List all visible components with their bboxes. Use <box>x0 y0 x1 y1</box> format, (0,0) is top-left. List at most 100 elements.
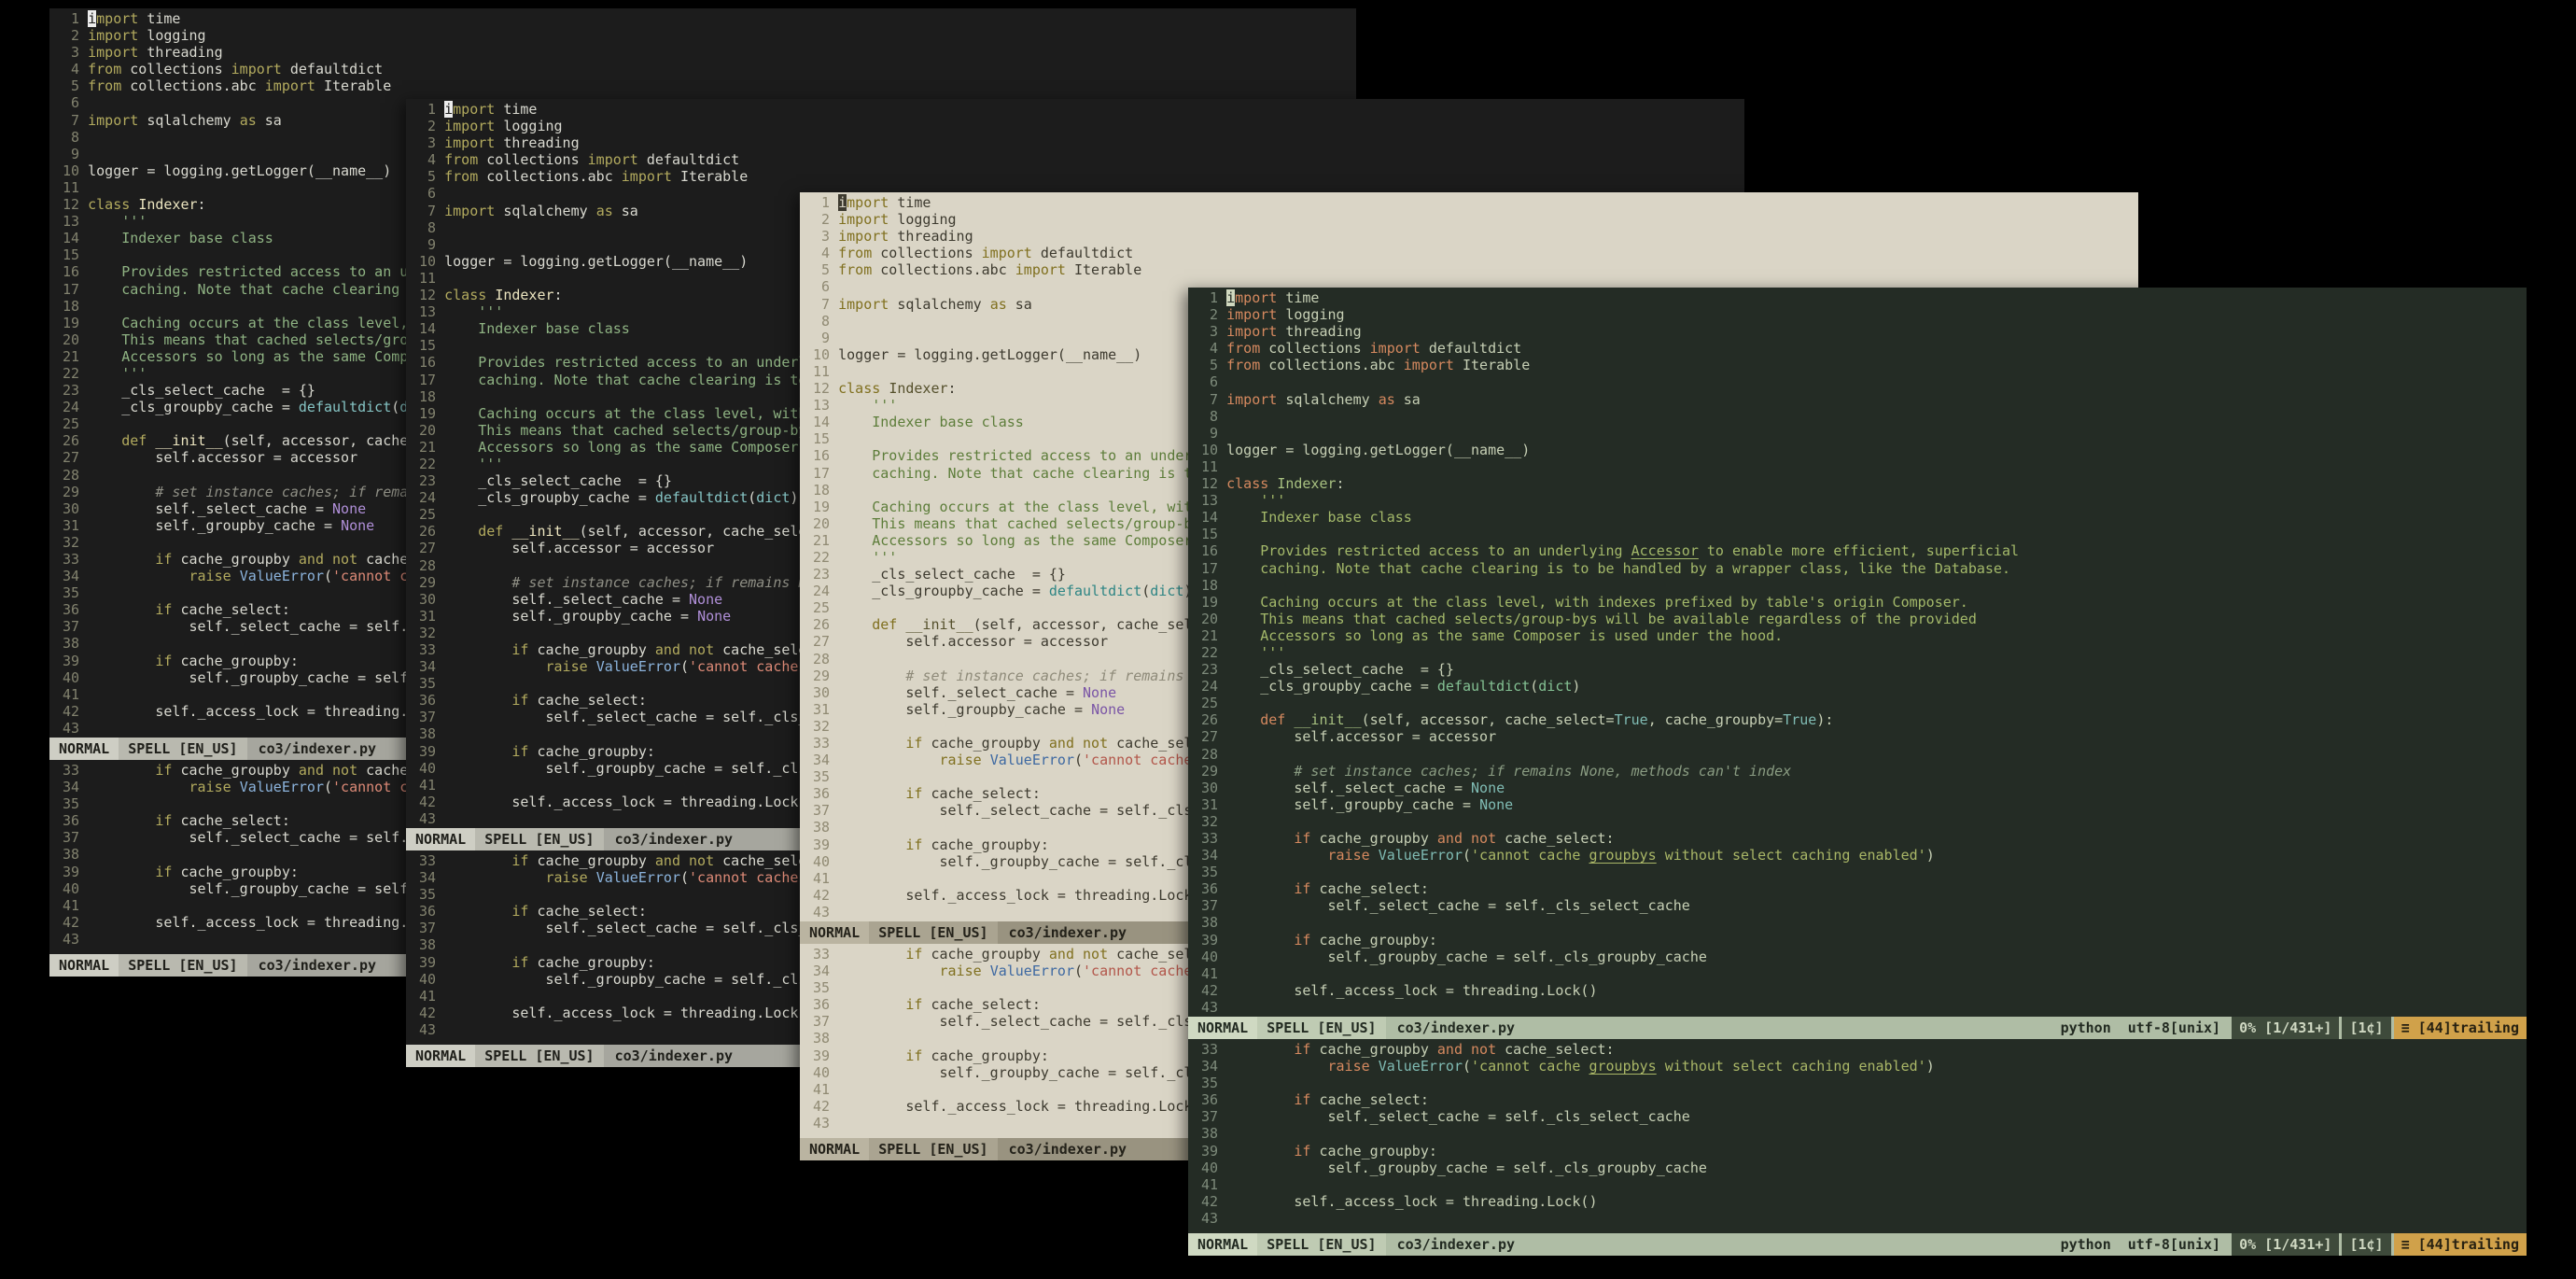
line-number: 37 <box>411 920 445 937</box>
code-line: 3 import threading <box>411 134 580 152</box>
line-number: 8 <box>411 218 445 236</box>
line-number: 20 <box>1193 610 1227 627</box>
line-number: 41 <box>805 1080 839 1098</box>
line-number: 35 <box>1193 864 1227 881</box>
line-number: 9 <box>1193 424 1227 442</box>
line-number: 19 <box>411 404 445 422</box>
line-number: 39 <box>805 1047 839 1064</box>
code-line: 13 ''' <box>1193 492 1286 510</box>
line-number: 31 <box>54 516 89 534</box>
line-number: 22 <box>411 455 445 472</box>
line-number: 41 <box>411 987 445 1005</box>
line-number: 16 <box>805 447 839 465</box>
statusline-filename: co3/indexer.py <box>614 831 734 848</box>
line-number: 26 <box>1193 711 1227 729</box>
line-number: 11 <box>411 269 445 287</box>
code-line: 31 self._groupby_cache = None <box>1193 795 1514 813</box>
line-number: 43 <box>1193 1209 1227 1227</box>
line-number: 29 <box>411 573 445 591</box>
code-line: 4 from collections import defaultdict <box>805 245 1134 262</box>
line-number: 29 <box>805 667 839 684</box>
line-number: 43 <box>805 903 839 921</box>
mode-indicator: NORMAL <box>1188 1233 1258 1256</box>
code-line: 43 <box>1193 1210 2527 1227</box>
code-line: 2 import logging <box>411 118 563 135</box>
line-number: 16 <box>54 263 89 281</box>
code-line: 6 <box>1193 373 2527 390</box>
filetype-indicator: python <box>2060 1019 2111 1036</box>
line-number: 16 <box>1193 542 1227 560</box>
line-number: 15 <box>54 246 89 264</box>
code-line: 40 self._groupby_cache = self._cls_group… <box>1193 948 1707 965</box>
line-number: 3 <box>411 134 445 152</box>
line-number: 40 <box>54 668 89 686</box>
line-number: 8 <box>1193 407 1227 425</box>
line-number: 13 <box>411 303 445 321</box>
line-number: 4 <box>1193 340 1227 358</box>
line-number: 9 <box>411 235 445 253</box>
code-line: 1 import time <box>1193 289 1320 306</box>
code-line: 43 <box>1193 999 2527 1016</box>
line-number: 21 <box>411 438 445 456</box>
line-number: 13 <box>805 397 839 415</box>
line-number: 24 <box>54 399 89 416</box>
line-number: 8 <box>54 128 89 146</box>
code-line: 7 import sqlalchemy as sa <box>1193 390 1421 408</box>
code-line: 12 class Indexer: <box>1193 475 1345 493</box>
line-number: 23 <box>805 566 839 583</box>
vim-window-4[interactable]: 1 import time 2 import logging 3 import … <box>1188 288 2527 1256</box>
line-number: 5 <box>1193 357 1227 374</box>
code-line: 22 ''' <box>1193 643 1286 661</box>
spell-indicator: SPELL [EN_US] <box>119 954 247 977</box>
line-number: 14 <box>54 230 89 247</box>
line-number: 33 <box>54 762 89 779</box>
line-number: 42 <box>805 1097 839 1115</box>
line-number: 36 <box>54 812 89 830</box>
line-number: 23 <box>54 382 89 400</box>
line-number: 30 <box>411 590 445 608</box>
code-line: 19 Caching occurs at the class level, wi… <box>1193 593 1968 611</box>
code-line: 3 import threading <box>805 228 973 246</box>
line-number: 37 <box>805 1013 839 1031</box>
line-number: 39 <box>411 742 445 760</box>
line-number: 36 <box>411 903 445 921</box>
line-number: 11 <box>1193 457 1227 475</box>
line-number: 5 <box>805 261 839 279</box>
line-number: 2 <box>805 211 839 229</box>
editor-pane-top[interactable]: 1 import time 2 import logging 3 import … <box>1188 288 2527 1017</box>
line-number: 1 <box>805 194 839 211</box>
line-number: 42 <box>411 793 445 810</box>
line-number: 4 <box>805 245 839 262</box>
line-number: 41 <box>54 685 89 703</box>
line-number: 25 <box>1193 695 1227 712</box>
code-line: 33 if cache_groupby and not cache_select… <box>1193 1041 1615 1058</box>
line-number: 18 <box>1193 576 1227 594</box>
code-line: 23 _cls_select_cache = {} <box>1193 661 1454 679</box>
line-number: 10 <box>1193 441 1227 458</box>
editor-pane-bottom[interactable]: 33 if cache_groupby and not cache_select… <box>1188 1039 2527 1233</box>
statusline-filename: co3/indexer.py <box>1008 924 1127 941</box>
line-number: 20 <box>54 330 89 348</box>
code-line: 5 from collections.abc import Iterable <box>411 168 749 186</box>
line-number: 37 <box>805 802 839 820</box>
line-number: 20 <box>805 514 839 532</box>
code-line: 4 from collections import defaultdict <box>411 151 740 169</box>
line-number: 24 <box>805 583 839 600</box>
code-line: 5 from collections.abc import Iterable <box>54 77 392 95</box>
code-line: 39 if cache_groupby: <box>1193 931 1437 949</box>
code-line: 33 if cache_groupby and not cache_select… <box>1193 830 1615 847</box>
code-line: 35 <box>1193 864 2527 880</box>
line-number: 1 <box>1193 289 1227 306</box>
line-number: 34 <box>1193 1058 1227 1075</box>
line-number: 34 <box>54 779 89 796</box>
line-number: 35 <box>54 584 89 602</box>
line-number: 39 <box>1193 1142 1227 1160</box>
line-number: 25 <box>805 599 839 617</box>
line-number: 38 <box>1193 1125 1227 1143</box>
line-number: 22 <box>805 548 839 566</box>
code-line: 42 self._access_lock = threading.Lock() <box>1193 1192 1598 1210</box>
mode-indicator: NORMAL <box>800 921 870 944</box>
spell-indicator: SPELL [EN_US] <box>475 1045 604 1067</box>
line-number: 42 <box>805 886 839 904</box>
line-number: 4 <box>54 61 89 78</box>
